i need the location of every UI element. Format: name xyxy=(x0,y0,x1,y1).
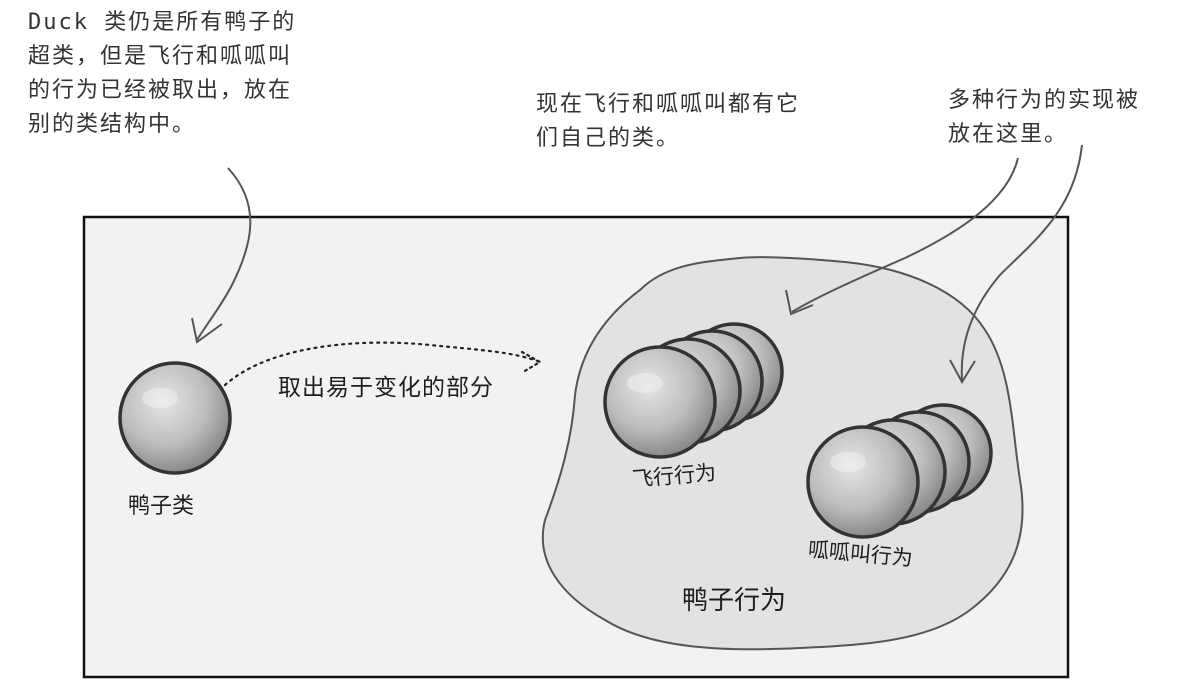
implementations-note: 多种行为的实现被 放在这里。 xyxy=(948,88,1141,147)
duck-class-label: 鸭子类 xyxy=(128,494,195,519)
own-classes-note: 现在飞行和呱呱叫都有它 们自己的类。 xyxy=(536,92,801,151)
duck-class-sphere xyxy=(118,361,232,475)
superclass-note: Duck 类仍是所有鸭子的 超类，但是飞行和呱呱叫 的行为已经被取出，放在 别的… xyxy=(28,10,297,137)
extract-arrow-label: 取出易于变化的部分 xyxy=(278,375,494,401)
duck-behaviors-label: 鸭子行为 xyxy=(682,586,787,616)
